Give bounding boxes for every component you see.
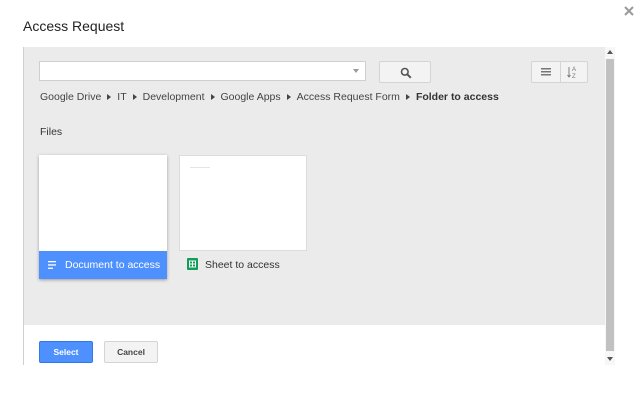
file-card-document[interactable]: Document to access [39,155,167,279]
svg-text:A: A [572,67,576,73]
search-icon [400,67,412,79]
file-thumbnail [179,155,307,251]
thumbnail-line [190,167,210,168]
scroll-up-arrow-icon[interactable] [607,50,613,54]
scroll-down-arrow-icon[interactable] [607,357,613,361]
sheet-icon [187,258,198,270]
breadcrumb-google-apps[interactable]: Google Apps [221,91,281,103]
breadcrumb-it[interactable]: IT [117,91,126,103]
file-label-bar: Document to access [39,251,167,279]
breadcrumb-development[interactable]: Development [143,91,205,103]
chevron-right-icon [210,94,215,100]
list-view-icon [541,68,551,76]
select-button[interactable]: Select [39,341,93,363]
chevron-right-icon [405,94,410,100]
files-section-label: Files [40,126,63,138]
sort-az-icon: A Z [567,67,576,80]
cancel-button[interactable]: Cancel [104,341,158,363]
list-view-button[interactable] [532,62,560,82]
svg-text:Z: Z [572,74,576,80]
file-card-sheet[interactable]: Sheet to access [179,155,307,279]
file-name: Document to access [65,259,161,271]
dialog-title: Access Request [23,18,125,34]
breadcrumb-current-folder: Folder to access [415,91,499,103]
search-field[interactable] [39,61,366,82]
file-thumbnail [39,155,167,251]
dialog-footer: Select Cancel [24,325,606,365]
breadcrumb: Google Drive IT Development Google Apps … [40,90,499,104]
vertical-scrollbar[interactable] [605,47,615,365]
chevron-down-icon[interactable] [353,69,359,73]
file-name: Sheet to access [205,259,280,271]
close-icon[interactable] [622,4,636,18]
breadcrumb-access-request-form[interactable]: Access Request Form [297,91,400,103]
chevron-right-icon [286,94,291,100]
breadcrumb-google-drive[interactable]: Google Drive [40,91,101,103]
chevron-right-icon [107,94,112,100]
sort-button[interactable]: A Z [561,62,588,82]
doc-icon [48,261,56,269]
file-picker-panel: A Z Google Drive IT Development Google A… [23,47,606,365]
chevron-right-icon [132,94,137,100]
file-label-bar: Sheet to access [179,251,307,279]
scrollbar-thumb[interactable] [606,59,614,351]
search-input[interactable] [44,62,348,82]
picker-content: A Z Google Drive IT Development Google A… [24,47,606,325]
view-options: A Z [531,61,588,83]
search-button[interactable] [379,61,431,83]
